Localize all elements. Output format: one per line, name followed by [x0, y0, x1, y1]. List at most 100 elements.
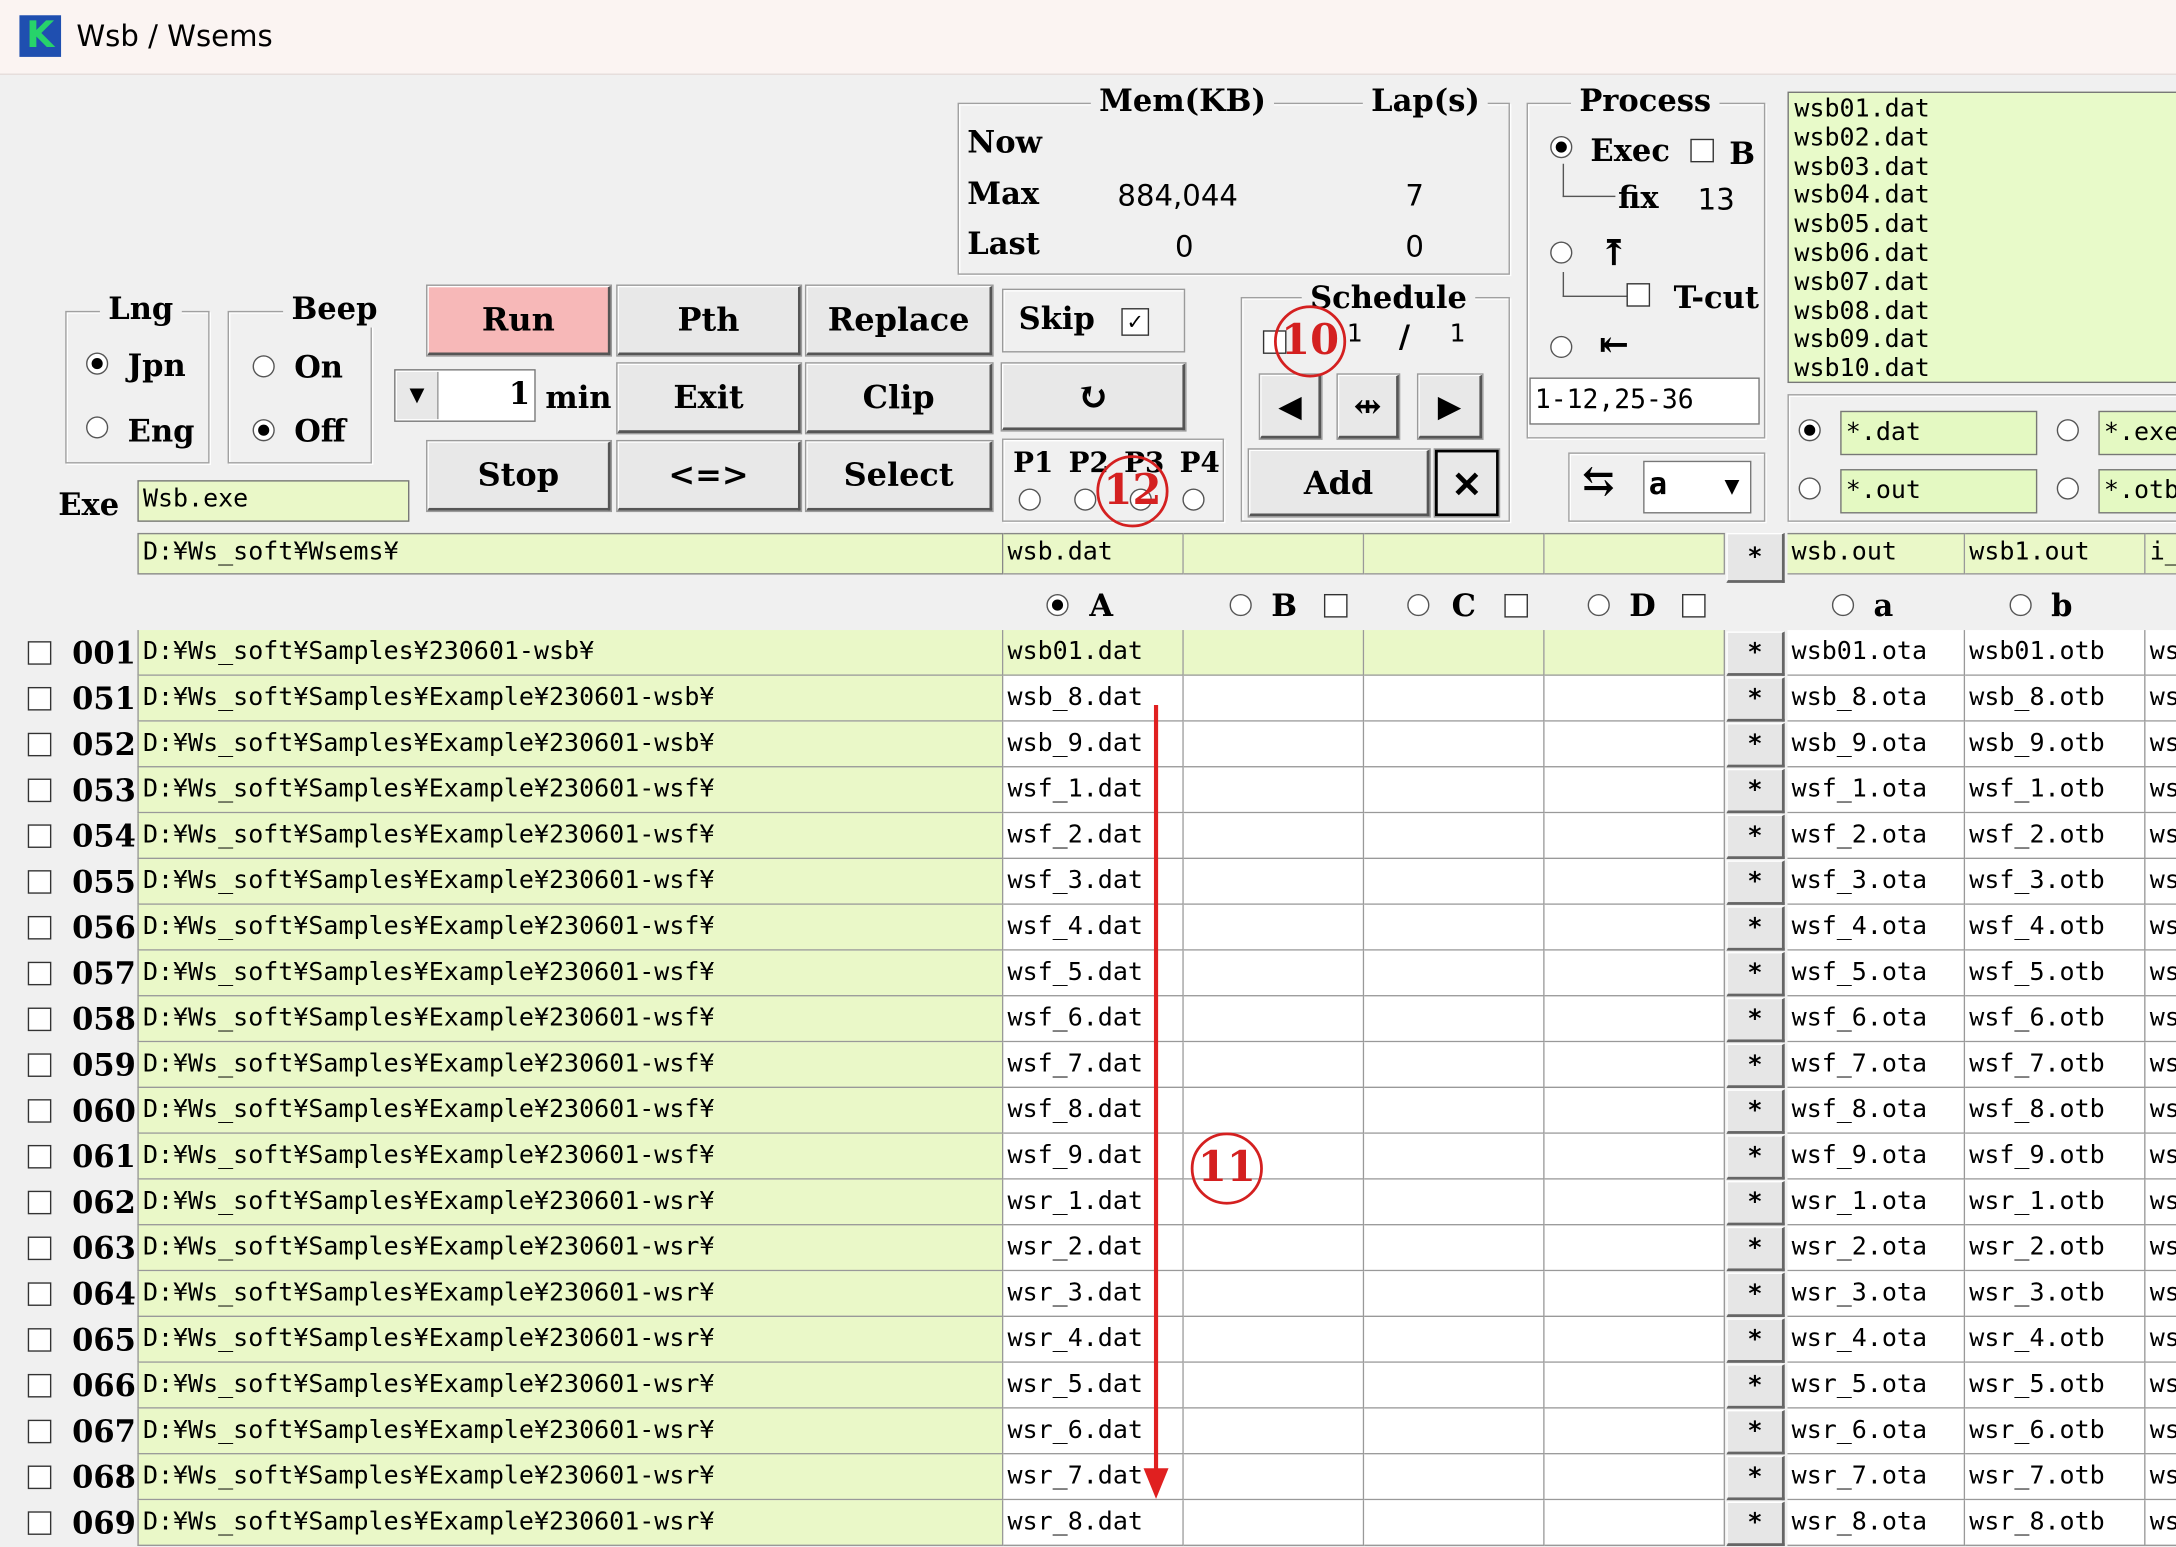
- col-b-checkbox[interactable]: [1323, 593, 1348, 618]
- table-row-star-button[interactable]: *: [1726, 677, 1785, 722]
- add-button[interactable]: Add: [1247, 448, 1431, 518]
- table-row-out-a[interactable]: wsr_3.ota: [1787, 1271, 1966, 1318]
- table-row-out-b[interactable]: wsf_3.otb: [1965, 859, 2146, 905]
- out-b-radio[interactable]: [2009, 593, 2032, 617]
- table-row-file-d[interactable]: [1544, 996, 1726, 1043]
- list-item[interactable]: wsb10.dat: [1794, 354, 2176, 381]
- refresh-icon[interactable]: ↻: [1000, 362, 1187, 432]
- table-row-file-b[interactable]: [1183, 1408, 1365, 1455]
- list-item[interactable]: wsb06.dat: [1794, 239, 2176, 269]
- table-row-path[interactable]: D:¥Ws_soft¥Samples¥Example¥230601-wsf¥: [137, 767, 1004, 814]
- list-item[interactable]: wsb07.dat: [1794, 268, 2176, 298]
- table-row-file-c[interactable]: [1364, 1088, 1545, 1134]
- row-checkbox[interactable]: [27, 686, 52, 711]
- table-row-path[interactable]: D:¥Ws_soft¥Samples¥Example¥230601-wsf¥: [137, 996, 1004, 1043]
- table-row-out-a[interactable]: wsr_8.ota: [1787, 1500, 1966, 1547]
- filter-otb-radio[interactable]: [2056, 477, 2079, 500]
- row-checkbox[interactable]: [27, 1373, 52, 1398]
- process-tcut-checkbox[interactable]: [1626, 283, 1651, 307]
- table-row-out-a[interactable]: wsr_1.ota: [1787, 1179, 1966, 1226]
- table-row-out-c[interactable]: ws: [2145, 859, 2176, 905]
- filter-exe-radio[interactable]: [2056, 419, 2079, 442]
- base-path-input[interactable]: D:¥Ws_soft¥Wsems¥: [137, 532, 1004, 575]
- table-row-file-d[interactable]: [1544, 767, 1726, 814]
- list-item[interactable]: wsb08.dat: [1794, 297, 2176, 327]
- table-row-out-c[interactable]: ws: [2145, 950, 2176, 997]
- table-row-out-c[interactable]: ws: [2145, 1042, 2176, 1089]
- file-list[interactable]: wsb01.dat wsb02.dat wsb03.dat wsb04.dat …: [1787, 91, 2176, 384]
- process-range-input[interactable]: 1-12,25-36: [1529, 377, 1760, 425]
- table-row-file-d[interactable]: [1544, 904, 1726, 951]
- table-row-star-button[interactable]: *: [1726, 1410, 1785, 1455]
- table-row-file-d[interactable]: [1544, 675, 1726, 722]
- row-checkbox[interactable]: [27, 1236, 52, 1261]
- table-row-file-d[interactable]: [1544, 721, 1726, 768]
- table-row-file-c[interactable]: [1364, 813, 1545, 860]
- table-row-file-c[interactable]: [1364, 996, 1545, 1043]
- list-item[interactable]: wsb09.dat: [1794, 326, 2176, 356]
- table-row-out-b[interactable]: wsb01.otb: [1965, 630, 2146, 676]
- close-icon[interactable]: ✕: [1433, 448, 1501, 518]
- filter-otb-input[interactable]: *.otb: [2098, 469, 2176, 514]
- table-row-out-a[interactable]: wsb01.ota: [1787, 630, 1966, 676]
- table-row-out-c[interactable]: ws: [2145, 675, 2176, 722]
- table-row-file-b[interactable]: [1183, 904, 1365, 951]
- table-row-file-b[interactable]: [1183, 859, 1365, 905]
- table-row-file-c[interactable]: [1364, 675, 1545, 722]
- beep-off-radio[interactable]: [252, 419, 275, 442]
- swap-icon[interactable]: ⇆: [1582, 461, 1615, 500]
- table-row-out-a[interactable]: wsr_6.ota: [1787, 1408, 1966, 1455]
- table-row-path[interactable]: D:¥Ws_soft¥Samples¥Example¥230601-wsr¥: [137, 1500, 1004, 1547]
- table-row-star-button[interactable]: *: [1726, 1089, 1785, 1134]
- chevron-down-icon[interactable]: ▼: [1715, 464, 1748, 511]
- row-checkbox[interactable]: [27, 1282, 52, 1306]
- base-out-c-input[interactable]: i_x: [2145, 532, 2176, 575]
- table-row-path[interactable]: D:¥Ws_soft¥Samples¥Example¥230601-wsf¥: [137, 1042, 1004, 1089]
- table-row-out-a[interactable]: wsf_8.ota: [1787, 1088, 1966, 1134]
- table-row-star-button[interactable]: *: [1726, 1043, 1785, 1089]
- table-row-path[interactable]: D:¥Ws_soft¥Samples¥Example¥230601-wsf¥: [137, 950, 1004, 997]
- row-checkbox[interactable]: [27, 1419, 52, 1444]
- table-row-out-c[interactable]: ws: [2145, 1317, 2176, 1363]
- out-a-radio[interactable]: [1831, 593, 1855, 617]
- table-row-file-d[interactable]: [1544, 950, 1726, 997]
- exe-input[interactable]: Wsb.exe: [137, 480, 410, 522]
- row-checkbox[interactable]: [27, 1328, 52, 1352]
- table-row-file-b[interactable]: [1183, 1042, 1365, 1089]
- table-row-out-c[interactable]: ws: [2145, 1408, 2176, 1455]
- table-row-file-d[interactable]: [1544, 1179, 1726, 1226]
- table-row-out-b[interactable]: wsf_6.otb: [1965, 996, 2146, 1043]
- table-row-out-b[interactable]: wsf_1.otb: [1965, 767, 2146, 814]
- row-checkbox[interactable]: [27, 1190, 52, 1215]
- table-row-out-a[interactable]: wsf_1.ota: [1787, 767, 1966, 814]
- table-row-out-a[interactable]: wsr_2.ota: [1787, 1225, 1966, 1272]
- table-row-file-c[interactable]: [1364, 1042, 1545, 1089]
- priority-p4-radio[interactable]: [1182, 488, 1205, 511]
- table-row-file-c[interactable]: [1364, 767, 1545, 814]
- table-row-file-b[interactable]: [1183, 675, 1365, 722]
- select-button[interactable]: Select: [804, 439, 994, 513]
- table-row-out-c[interactable]: ws: [2145, 813, 2176, 860]
- row-checkbox[interactable]: [27, 1511, 52, 1535]
- table-row-out-b[interactable]: wsr_7.otb: [1965, 1454, 2146, 1501]
- table-row-file-a[interactable]: wsr_8.dat: [1003, 1500, 1184, 1547]
- table-row-star-button[interactable]: *: [1726, 768, 1785, 814]
- table-row-out-c[interactable]: ws: [2145, 904, 2176, 951]
- base-out-a-input[interactable]: wsb.out: [1787, 532, 1966, 575]
- lng-jpn-radio[interactable]: [86, 352, 109, 375]
- base-star-button[interactable]: *: [1726, 532, 1785, 583]
- table-row-file-c[interactable]: [1364, 1500, 1545, 1547]
- row-checkbox[interactable]: [27, 778, 52, 803]
- next-icon[interactable]: ▶: [1416, 373, 1484, 440]
- table-row-out-a[interactable]: wsf_7.ota: [1787, 1042, 1966, 1089]
- process-top-radio[interactable]: [1550, 241, 1573, 264]
- table-row-out-c[interactable]: ws: [2145, 1500, 2176, 1547]
- lng-eng-radio[interactable]: [86, 416, 109, 439]
- table-row-out-a[interactable]: wsr_5.ota: [1787, 1362, 1966, 1409]
- table-row-path[interactable]: D:¥Ws_soft¥Samples¥Example¥230601-wsr¥: [137, 1408, 1004, 1455]
- table-row-out-c[interactable]: ws: [2145, 1271, 2176, 1318]
- table-row-path[interactable]: D:¥Ws_soft¥Samples¥Example¥230601-wsf¥: [137, 859, 1004, 905]
- table-row-out-b[interactable]: wsr_1.otb: [1965, 1179, 2146, 1226]
- table-row-file-b[interactable]: [1183, 721, 1365, 768]
- table-row-file-d[interactable]: [1544, 1408, 1726, 1455]
